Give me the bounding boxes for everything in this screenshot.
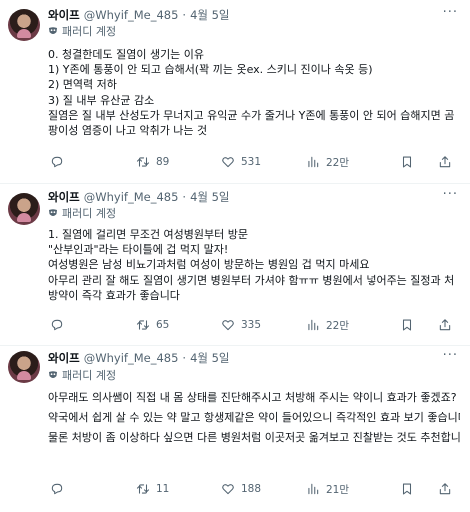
parody-label: 패러디 계정	[62, 369, 117, 382]
views-count: 22만	[326, 319, 350, 332]
tweet-actions: 89 531 22만	[48, 154, 466, 170]
reply-icon	[51, 483, 63, 495]
views-count: 22만	[326, 156, 350, 169]
views-button[interactable]: 22만	[306, 154, 349, 170]
tweet-text-line: 방약이 즉각 효과가 좋습니다	[48, 288, 180, 302]
heart-icon	[222, 484, 234, 495]
share-button[interactable]	[438, 317, 458, 333]
views-button[interactable]: 21만	[306, 481, 349, 497]
reply-button[interactable]	[50, 154, 70, 170]
views-count: 21만	[326, 483, 350, 496]
tweet-text-line: 3) 질 내부 유산균 감소	[48, 93, 155, 107]
parody-badge: 패러디 계정	[48, 368, 116, 382]
avatar[interactable]	[8, 9, 40, 41]
like-button[interactable]: 188	[221, 481, 261, 497]
bookmark-button[interactable]	[400, 317, 420, 333]
tweet-text-line: 1) Y존에 통풍이 안 되고 습해서(꽉 끼는 옷ex. 스키니 진이나 속옷…	[48, 63, 373, 77]
tweet-text-line: 1. 질염에 걸리면 무조건 여성병원부터 방문	[48, 228, 249, 241]
separator-dot: ·	[182, 190, 187, 204]
tweet-header: 와이프 @Whyif_Me_485 · 4월 5일	[48, 350, 230, 366]
share-icon	[439, 483, 451, 495]
heart-icon	[222, 157, 234, 168]
like-count: 335	[241, 319, 262, 331]
tweet-text-line: 팡이성 염증이 나고 악취가 나는 것	[48, 124, 208, 138]
share-icon	[439, 319, 451, 331]
tweet-text: 1. 질염에 걸리면 무조건 여성병원부터 방문 "산부인과"라는 타이틀에 겁…	[48, 227, 460, 303]
separator-dot: ·	[182, 351, 187, 365]
heart-icon	[222, 320, 234, 331]
parody-label: 패러디 계정	[62, 207, 117, 220]
more-dots-icon[interactable]: ···	[443, 348, 458, 363]
bookmark-button[interactable]	[400, 481, 420, 497]
tweet-actions: 65 335 22만	[48, 317, 466, 333]
parody-mask-icon	[49, 209, 57, 216]
more-dots-icon[interactable]: ···	[443, 5, 458, 20]
author-name[interactable]: 와이프	[48, 189, 80, 205]
bookmark-icon	[402, 483, 412, 495]
tweet-actions: 11 188 21만	[48, 481, 466, 497]
share-icon	[439, 156, 451, 168]
bookmark-icon	[402, 156, 412, 168]
reply-button[interactable]	[50, 481, 70, 497]
views-icon	[308, 319, 319, 331]
tweet-text-line: 질염은 질 내부 산성도가 무너지고 유익균 수가 줄거나 Y존에 통풍이 안 …	[48, 108, 455, 122]
bookmark-button[interactable]	[400, 154, 420, 170]
views-button[interactable]: 22만	[306, 317, 349, 333]
avatar[interactable]	[8, 193, 40, 225]
retweet-icon	[136, 484, 150, 494]
parody-badge: 패러디 계정	[48, 206, 116, 220]
tweet-text: 아무래도 의사쌤이 직접 내 몸 상태를 진단해주시고 처방해 주시는 약이니 …	[48, 388, 460, 448]
parody-badge: 패러디 계정	[48, 24, 116, 38]
views-icon	[308, 156, 319, 168]
tweet-text-line: 0. 청결한데도 질염이 생기는 이유	[48, 48, 205, 61]
tweet-text-line: "산부인과"라는 타이틀에 겁 먹지 말자!	[48, 243, 229, 257]
share-button[interactable]	[438, 481, 458, 497]
parody-label: 패러디 계정	[62, 25, 117, 38]
like-button[interactable]: 335	[221, 317, 261, 333]
author-handle[interactable]: @Whyif_Me_485	[84, 351, 179, 365]
tweet-text-line: 물론 처방이 좀 이상하다 싶으면 다른 병원처럼 이곳저곳 옮겨보고 진찰받는…	[48, 431, 460, 444]
retweet-icon	[136, 157, 150, 167]
avatar[interactable]	[8, 351, 40, 383]
tweet-text-line: 2) 면역력 저하	[48, 78, 117, 92]
tweet-date[interactable]: 4월 5일	[190, 7, 229, 23]
retweet-count: 65	[156, 319, 170, 331]
views-icon	[308, 483, 319, 495]
author-handle[interactable]: @Whyif_Me_485	[84, 190, 179, 204]
parody-mask-icon	[49, 27, 57, 34]
tweet[interactable]: 와이프 @Whyif_Me_485 · 4월 5일 ··· 패러디 계정 아무래…	[0, 346, 470, 512]
author-name[interactable]: 와이프	[48, 7, 80, 23]
tweet-text-line: 여성병원은 남성 비뇨기과처럼 여성이 방문하는 병원임 겁 먹지 마세요	[48, 258, 370, 272]
reply-button[interactable]	[50, 317, 70, 333]
like-count: 188	[241, 483, 262, 495]
tweet-header: 와이프 @Whyif_Me_485 · 4월 5일	[48, 7, 230, 23]
tweet-text-line: 아무리 관리 잘 해도 질염이 생기면 병원부터 가셔야 함ㅠㅠ 병원에서 넣어…	[48, 273, 455, 287]
retweet-button[interactable]: 11	[136, 481, 169, 497]
parody-mask-icon	[49, 371, 57, 378]
more-dots-icon[interactable]: ···	[443, 187, 458, 202]
like-button[interactable]: 531	[221, 154, 261, 170]
tweet-header: 와이프 @Whyif_Me_485 · 4월 5일	[48, 189, 230, 205]
share-button[interactable]	[438, 154, 458, 170]
tweet-text-line: 아무래도 의사쌤이 직접 내 몸 상태를 진단해주시고 처방해 주시는 약이니 …	[48, 391, 457, 404]
like-count: 531	[241, 156, 262, 168]
retweet-button[interactable]: 65	[136, 317, 169, 333]
tweet[interactable]: 와이프 @Whyif_Me_485 · 4월 5일 ··· 패러디 계정 0. …	[0, 0, 470, 183]
reply-icon	[51, 319, 63, 331]
retweet-count: 11	[156, 483, 170, 495]
separator-dot: ·	[182, 8, 187, 22]
retweet-button[interactable]: 89	[136, 154, 169, 170]
reply-icon	[51, 156, 63, 168]
retweet-count: 89	[156, 156, 170, 168]
author-handle[interactable]: @Whyif_Me_485	[84, 8, 179, 22]
bookmark-icon	[402, 319, 412, 331]
tweet-text-line: 약국에서 쉽게 살 수 있는 약 말고 항생제같은 약이 들어있으니 즉각적인 …	[48, 411, 460, 424]
tweet-text: 0. 청결한데도 질염이 생기는 이유 1) Y존에 통풍이 안 되고 습해서(…	[48, 47, 460, 138]
retweet-icon	[136, 320, 150, 330]
tweet-date[interactable]: 4월 5일	[190, 350, 229, 366]
author-name[interactable]: 와이프	[48, 350, 80, 366]
tweet-date[interactable]: 4월 5일	[190, 189, 229, 205]
tweet[interactable]: 와이프 @Whyif_Me_485 · 4월 5일 ··· 패러디 계정 1. …	[0, 184, 470, 345]
